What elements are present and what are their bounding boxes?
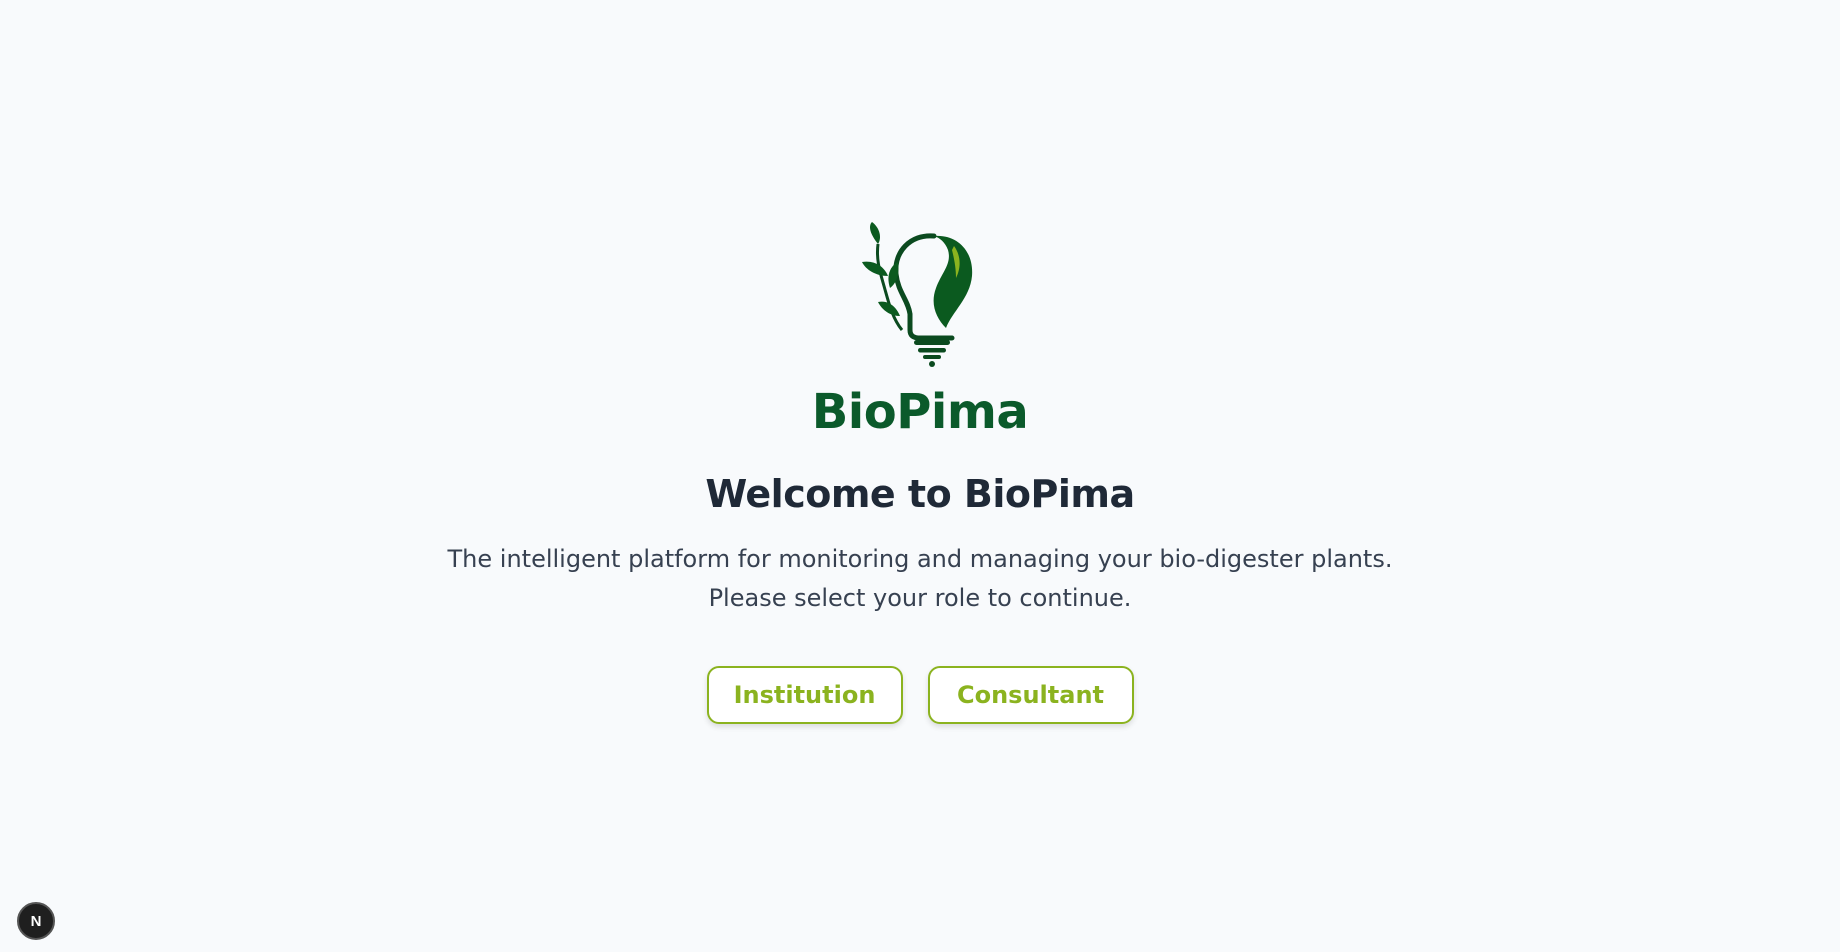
- dev-indicator-button[interactable]: N: [17, 902, 55, 940]
- welcome-title: Welcome to BioPima: [705, 472, 1135, 516]
- subtitle-line-1: The intelligent platform for monitoring …: [447, 545, 1393, 573]
- role-selection: Institution Consultant: [0, 666, 1840, 724]
- lightbulb-leaf-logo-icon: [862, 222, 973, 367]
- institution-button[interactable]: Institution: [706, 666, 903, 724]
- brand-name: BioPima: [811, 384, 1029, 440]
- welcome-subtitle: The intelligent platform for monitoring …: [0, 540, 1840, 618]
- subtitle-line-2: Please select your role to continue.: [708, 584, 1132, 612]
- consultant-button[interactable]: Consultant: [927, 666, 1134, 724]
- landing-page: BioPima Welcome to BioPima The intellige…: [0, 0, 1840, 952]
- dev-indicator-label: N: [30, 912, 42, 930]
